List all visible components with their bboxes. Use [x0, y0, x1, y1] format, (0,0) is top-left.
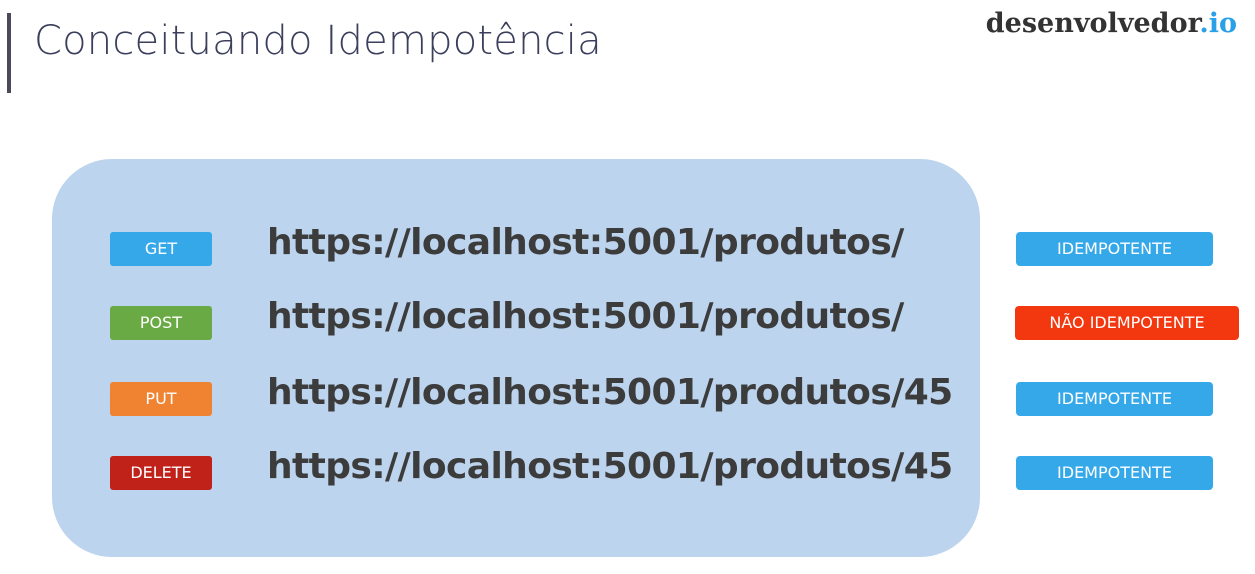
method-badge-get: GET — [110, 232, 212, 266]
brand-tld: .io — [1199, 8, 1237, 39]
endpoints-panel — [52, 159, 980, 557]
endpoint-row-get: GET https://localhost:5001/produtos/ IDE… — [0, 222, 1255, 268]
brand-logo: desenvolvedor.io — [986, 8, 1237, 39]
status-badge-idempotent: IDEMPOTENTE — [1016, 456, 1213, 490]
method-badge-post: POST — [110, 306, 212, 340]
status-badge-idempotent: IDEMPOTENTE — [1016, 232, 1213, 266]
endpoint-url: https://localhost:5001/produtos/45 — [267, 372, 953, 413]
endpoint-url: https://localhost:5001/produtos/ — [267, 296, 904, 337]
endpoint-row-put: PUT https://localhost:5001/produtos/45 I… — [0, 372, 1255, 418]
title-accent-bar — [7, 13, 11, 93]
method-badge-put: PUT — [110, 382, 212, 416]
endpoint-url: https://localhost:5001/produtos/ — [267, 222, 904, 263]
brand-name: desenvolvedor — [985, 8, 1200, 39]
method-badge-delete: DELETE — [110, 456, 212, 490]
status-badge-not-idempotent: NÃO IDEMPOTENTE — [1015, 306, 1239, 340]
endpoint-row-delete: DELETE https://localhost:5001/produtos/4… — [0, 446, 1255, 492]
status-badge-idempotent: IDEMPOTENTE — [1016, 382, 1213, 416]
endpoint-row-post: POST https://localhost:5001/produtos/ NÃ… — [0, 296, 1255, 342]
page-title: Conceituando Idempotência — [34, 18, 602, 64]
slide: Conceituando Idempotência desenvolvedor.… — [0, 0, 1255, 574]
endpoint-url: https://localhost:5001/produtos/45 — [267, 446, 953, 487]
